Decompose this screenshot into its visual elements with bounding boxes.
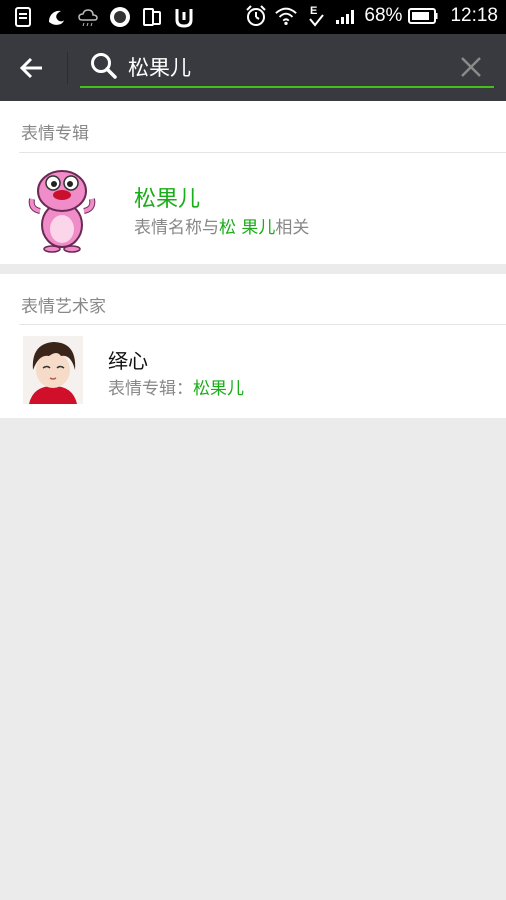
wifi-icon	[274, 4, 298, 28]
dual-screen-icon	[140, 5, 164, 29]
subtitle-match: 松 果儿	[219, 218, 276, 238]
doc-icon	[12, 5, 36, 29]
sticker-result-item[interactable]: 松果儿 表情名称与松 果儿相关	[0, 153, 506, 264]
section-header-artists: 表情艺术家	[21, 297, 106, 317]
sticker-subtitle: 表情名称与松 果儿相关	[134, 213, 309, 238]
toolbar-divider	[67, 52, 68, 84]
e-network-icon: E	[304, 4, 328, 28]
back-button[interactable]	[14, 50, 50, 86]
clear-search-button[interactable]	[458, 54, 484, 80]
status-bar-left-icons	[12, 5, 196, 29]
sticker-title: 松果儿	[134, 187, 201, 212]
search-field[interactable]: 松果儿	[80, 46, 494, 88]
empty-content-area	[0, 418, 506, 900]
battery-percentage: 68%	[364, 5, 403, 26]
sticker-artist-section: 表情艺术家 绎心 表情专辑：松果儿	[0, 274, 506, 419]
search-input[interactable]: 松果儿	[128, 52, 191, 82]
close-icon	[461, 57, 481, 77]
subtitle-prefix: 表情专辑：	[108, 379, 193, 399]
svg-text:E: E	[310, 5, 317, 17]
status-bar: E 68% 12:18	[0, 0, 506, 34]
artist-name: 绎心	[108, 349, 148, 373]
battery-icon	[408, 4, 438, 28]
back-arrow-icon	[19, 57, 42, 79]
pink-creature-sticker-icon	[26, 165, 98, 253]
artist-result-item[interactable]: 绎心 表情专辑：松果儿	[0, 325, 506, 418]
subtitle-suffix: 相关	[275, 218, 310, 238]
search-toolbar: 松果儿	[0, 34, 506, 101]
section-header-stickers: 表情专辑	[21, 124, 89, 144]
alarm-icon	[244, 4, 268, 28]
search-underline	[80, 86, 494, 88]
ui-app-icon	[172, 5, 196, 29]
clock: 12:18	[450, 5, 498, 26]
search-icon	[90, 52, 118, 80]
sticker-album-section: 表情专辑 松果儿 表情名称与松 果儿相关	[0, 101, 506, 264]
uc-browser-icon	[44, 5, 68, 29]
artist-subtitle: 表情专辑：松果儿	[108, 374, 244, 399]
status-bar-right: E 68% 12:18	[244, 4, 498, 28]
subtitle-prefix: 表情名称与	[134, 218, 219, 238]
circle-app-icon	[108, 5, 132, 29]
cloud-icon	[76, 5, 100, 29]
signal-icon	[334, 4, 358, 28]
avatar	[23, 336, 83, 404]
subtitle-match: 松果儿	[193, 379, 244, 399]
